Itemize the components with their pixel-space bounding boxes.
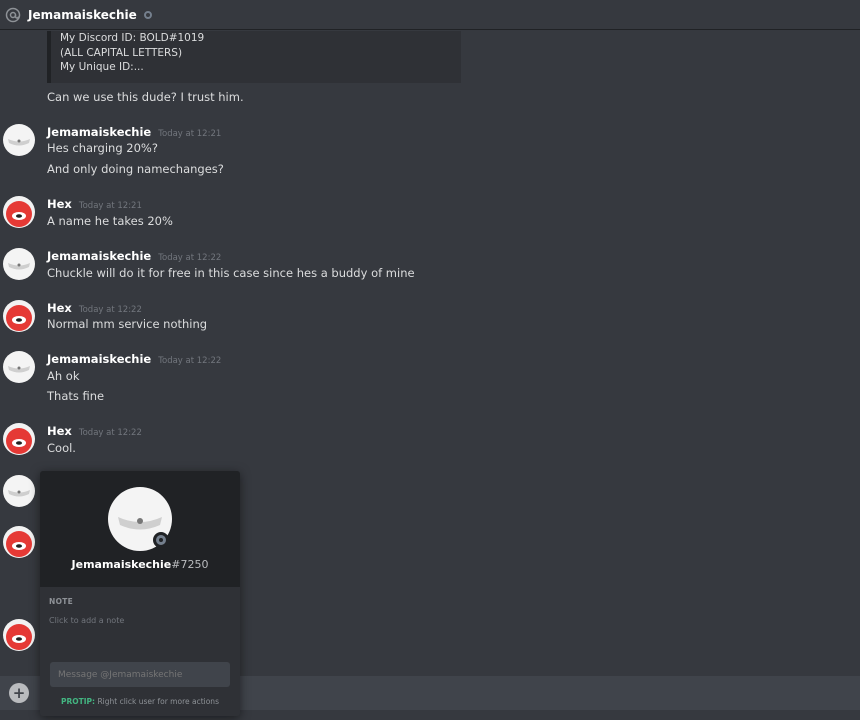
- message-header: Hex Today at 12:21: [47, 197, 142, 211]
- message-author[interactable]: Jemamaiskechie: [47, 249, 151, 263]
- user-avatar[interactable]: [3, 196, 35, 228]
- user-avatar[interactable]: [3, 423, 35, 455]
- offline-status-icon: [143, 10, 152, 19]
- message-author[interactable]: Jemamaiskechie: [47, 125, 151, 139]
- embed-line: My Unique ID:...: [60, 61, 144, 73]
- popout-username: Jemamaiskechie#7250: [40, 558, 240, 571]
- message-author[interactable]: Jemamaiskechie: [47, 352, 151, 366]
- message-text: Normal mm service nothing: [47, 317, 208, 331]
- message-timestamp: Today at 12:22: [158, 253, 222, 263]
- message-author[interactable]: Hex: [47, 301, 72, 315]
- message-text: A name he takes 20%: [47, 214, 173, 228]
- message-author[interactable]: Hex: [47, 424, 72, 438]
- user-profile-popout: Jemamaiskechie#7250 NOTE Click to add a …: [40, 471, 240, 716]
- message-header: Jemamaiskechie Today at 12:22: [47, 249, 221, 263]
- message-timestamp: Today at 12:22: [78, 305, 142, 315]
- protip-text: Right click user for more actions: [97, 697, 219, 706]
- message-header: Jemamaiskechie Today at 12:21: [47, 125, 221, 139]
- user-avatar[interactable]: [3, 351, 35, 383]
- note-label: NOTE: [49, 597, 74, 606]
- channel-header: Jemamaiskechie: [0, 0, 860, 30]
- message-text: Cool.: [47, 441, 76, 455]
- user-avatar[interactable]: [3, 124, 35, 156]
- dm-recipient-name[interactable]: Jemamaiskechie: [28, 8, 137, 22]
- popout-message-input[interactable]: [50, 662, 230, 687]
- note-field[interactable]: Click to add a note: [49, 616, 124, 625]
- quoted-embed: My Discord ID: BOLD#1019 (ALL CAPITAL LE…: [47, 31, 461, 83]
- message-text: Ah ok: [47, 369, 80, 383]
- discriminator: #7250: [171, 558, 209, 571]
- message-timestamp: Today at 12:21: [158, 129, 222, 139]
- protip: PROTIP: Right click user for more action…: [40, 697, 240, 706]
- protip-label: PROTIP:: [61, 697, 96, 706]
- username: Jemamaiskechie: [71, 558, 172, 571]
- popout-header: Jemamaiskechie#7250: [40, 471, 240, 587]
- message-header: Jemamaiskechie Today at 12:22: [47, 352, 221, 366]
- embed-line: (ALL CAPITAL LETTERS): [60, 46, 183, 59]
- message-author[interactable]: Hex: [47, 197, 72, 211]
- message-text: And only doing namechanges?: [47, 162, 224, 176]
- at-sign-icon: [5, 7, 21, 23]
- user-avatar[interactable]: [3, 475, 35, 507]
- upload-plus-button[interactable]: +: [9, 683, 29, 703]
- embed-line: My Discord ID: BOLD#1019: [60, 32, 205, 44]
- user-avatar[interactable]: [3, 300, 35, 332]
- message-timestamp: Today at 12:21: [78, 201, 142, 211]
- user-avatar[interactable]: [3, 526, 35, 558]
- offline-status-icon: [153, 532, 169, 548]
- message-text: Hes charging 20%?: [47, 141, 158, 155]
- message-timestamp: Today at 12:22: [78, 428, 142, 438]
- message-timestamp: Today at 12:22: [158, 356, 222, 366]
- message-header: Hex Today at 12:22: [47, 301, 142, 315]
- message-text: Thats fine: [47, 389, 105, 403]
- message-text: Can we use this dude? I trust him.: [47, 90, 244, 104]
- user-avatar[interactable]: [3, 619, 35, 651]
- message-text: Chuckle will do it for free in this case…: [47, 266, 415, 280]
- message-header: Hex Today at 12:22: [47, 424, 142, 438]
- user-avatar[interactable]: [3, 248, 35, 280]
